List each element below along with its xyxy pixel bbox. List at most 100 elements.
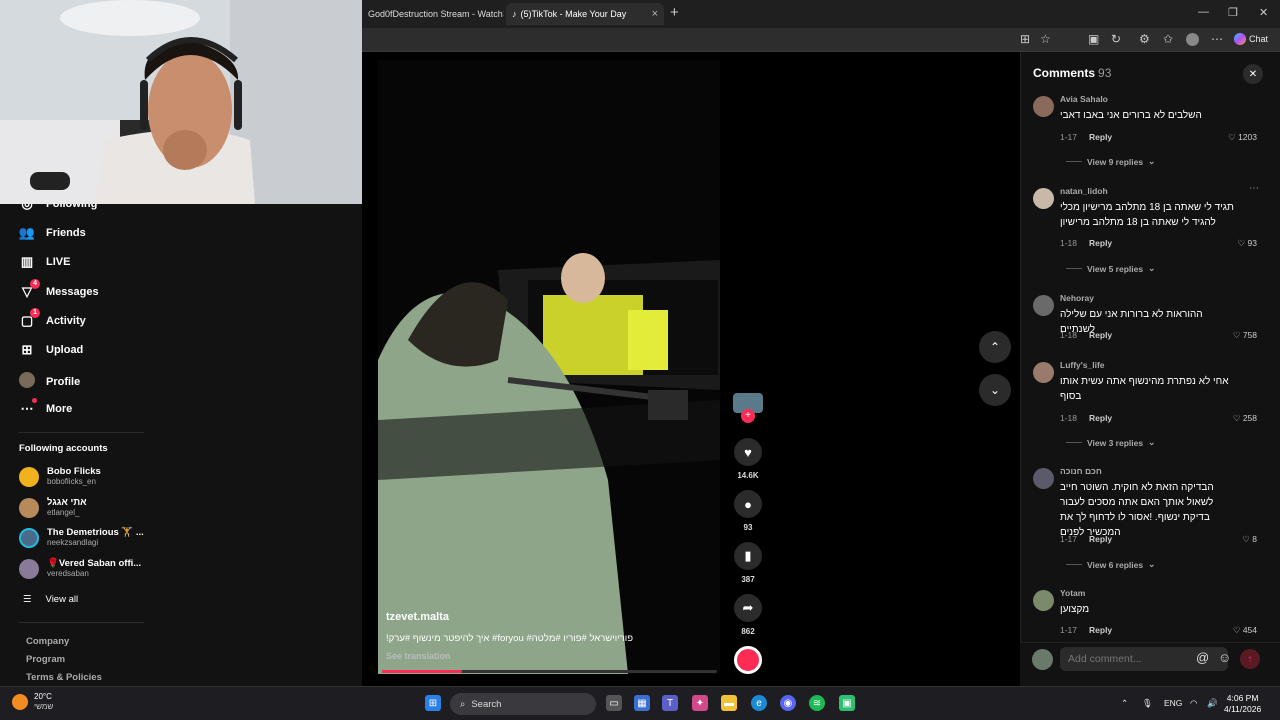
following-account[interactable]: 🌹Vered Saban offi... veredsaban <box>19 558 141 579</box>
comment-user[interactable]: Luffy's_life <box>1060 360 1105 370</box>
save-button[interactable]: ▮ 387 <box>732 542 764 584</box>
close-comments-button[interactable]: ✕ <box>1243 64 1263 84</box>
extension-icon[interactable]: ▣ <box>1088 32 1099 46</box>
more-options-icon[interactable]: ⋯ <box>1249 183 1259 194</box>
puzzle-icon[interactable]: ⚙ <box>1139 32 1150 46</box>
comment-date: 1-17 <box>1060 625 1078 635</box>
video-player[interactable] <box>378 60 720 674</box>
nav-live[interactable]: ▥ LIVE <box>18 254 71 270</box>
view-replies-button[interactable]: View 3 replies ⌄ <box>1066 437 1155 448</box>
minimize-button[interactable]: — <box>1198 6 1209 18</box>
spotify-icon[interactable]: ≋ <box>809 695 825 711</box>
comment-like-button[interactable]: ♡ 758 <box>1233 330 1257 341</box>
favorite-star-icon[interactable]: ☆ <box>1040 32 1051 46</box>
view-replies-button[interactable]: View 9 replies ⌄ <box>1066 156 1155 167</box>
more-menu-icon[interactable]: ⋯ <box>1211 32 1223 46</box>
like-button[interactable]: ♥ 14.6K <box>732 438 764 480</box>
task-view-icon[interactable]: ▭ <box>606 695 622 711</box>
nav-more[interactable]: ⋯ More <box>18 398 72 417</box>
comment-user[interactable]: Yotam <box>1060 588 1085 598</box>
post-comment-button[interactable]: ↑ <box>1240 649 1260 669</box>
close-window-button[interactable]: ✕ <box>1259 6 1268 19</box>
comment-button[interactable]: ● 93 <box>732 490 764 532</box>
avatar[interactable] <box>1033 96 1054 117</box>
nav-activity[interactable]: ▢ 1 Activity <box>18 308 86 329</box>
avatar[interactable] <box>1033 362 1054 383</box>
view-replies-button[interactable]: View 5 replies ⌄ <box>1066 263 1155 274</box>
close-tab-icon[interactable]: × <box>503 8 504 20</box>
nav-friends[interactable]: 👥 Friends <box>18 225 86 241</box>
windows-start-icon[interactable]: ⊞ <box>425 695 441 711</box>
footer-company-link[interactable]: Company <box>26 636 69 647</box>
comment-like-button[interactable]: ♡ 454 <box>1233 625 1257 636</box>
avatar[interactable] <box>1033 295 1054 316</box>
comment-like-button[interactable]: ♡ 8 <box>1242 534 1257 545</box>
comment-like-button[interactable]: ♡ 258 <box>1233 413 1257 424</box>
reply-button[interactable]: Reply <box>1089 330 1112 340</box>
share-button[interactable]: ➦ 862 <box>732 594 764 636</box>
view-all-button[interactable]: ☰ View all <box>23 594 78 605</box>
footer-terms-link[interactable]: Terms & Policies <box>26 672 102 683</box>
teams-icon[interactable]: T <box>662 695 678 711</box>
nav-upload[interactable]: ⊞ Upload <box>18 342 84 358</box>
copilot-chat-button[interactable]: Chat <box>1234 33 1268 45</box>
app-icon[interactable]: ▣ <box>839 695 855 711</box>
mention-icon[interactable]: @ <box>1196 650 1209 665</box>
copilot-app-icon[interactable]: ✦ <box>692 695 708 711</box>
discord-icon[interactable]: ◉ <box>780 695 796 711</box>
reply-button[interactable]: Reply <box>1089 625 1112 635</box>
see-translation-link[interactable]: See translation <box>386 651 451 661</box>
comment-user[interactable]: Avia Sahalo <box>1060 94 1108 104</box>
video-author[interactable]: tzevet.malta <box>386 611 449 623</box>
taskbar-search[interactable]: ⌕ Search <box>450 693 596 715</box>
nav-label: Profile <box>46 375 81 388</box>
emoji-icon[interactable]: ☺ <box>1218 650 1231 665</box>
refresh-extension-icon[interactable]: ↻ <box>1111 32 1121 46</box>
volume-icon[interactable]: 🔊 <box>1207 698 1218 709</box>
comment-user[interactable]: חכם חנוכה <box>1060 466 1102 476</box>
microphone-icon[interactable]: 🎙 <box>1142 698 1153 709</box>
profile-avatar-icon[interactable] <box>1186 33 1199 46</box>
avatar[interactable] <box>1033 188 1054 209</box>
follow-plus-icon[interactable]: + <box>741 409 755 423</box>
tab-stream[interactable]: God0fDestruction Stream - Watch × <box>362 3 504 25</box>
nav-messages[interactable]: ▽ 4 Messages <box>18 279 99 300</box>
new-tab-button[interactable]: + <box>670 4 679 21</box>
avatar[interactable] <box>1033 468 1054 489</box>
reply-button[interactable]: Reply <box>1089 238 1112 248</box>
comment-user[interactable]: Nehoray <box>1060 293 1094 303</box>
reply-button[interactable]: Reply <box>1089 413 1112 423</box>
view-replies-button[interactable]: View 6 replies ⌄ <box>1066 559 1155 570</box>
previous-video-button[interactable]: ⌃ <box>979 331 1011 363</box>
taskbar-clock[interactable]: 4:06 PM 4/11/2026 <box>1224 693 1261 715</box>
following-account[interactable]: The Demetrious 🏋️ ... neekzsandlagi <box>19 527 144 548</box>
weather-widget[interactable]: 20°C שמשי <box>12 692 53 712</box>
comment-like-button[interactable]: ♡ 1203 <box>1228 132 1257 143</box>
store-icon[interactable]: ▦ <box>634 695 650 711</box>
next-video-button[interactable]: ⌄ <box>979 374 1011 406</box>
wifi-icon[interactable]: ◠ <box>1190 698 1197 709</box>
view-replies-label: View 5 replies <box>1087 263 1144 274</box>
avatar[interactable] <box>1033 590 1054 611</box>
messages-badge: 4 <box>30 279 40 289</box>
tray-chevron-icon[interactable]: ⌃ <box>1121 698 1128 709</box>
following-account[interactable]: Bobo Flicks boboflicks_en <box>19 466 101 487</box>
maximize-button[interactable]: ❐ <box>1228 6 1238 19</box>
favorites-icon[interactable]: ✩ <box>1163 32 1173 46</box>
music-disc-button[interactable] <box>732 646 764 674</box>
language-indicator[interactable]: ENG <box>1164 698 1182 708</box>
comment-user[interactable]: natan_lidoh <box>1060 186 1108 196</box>
creator-avatar-button[interactable]: + <box>732 393 764 423</box>
nav-profile[interactable]: Profile <box>18 372 80 391</box>
reply-button[interactable]: Reply <box>1089 534 1112 544</box>
edge-browser-icon[interactable]: e <box>751 695 767 711</box>
footer-program-link[interactable]: Program <box>26 654 65 665</box>
reply-button[interactable]: Reply <box>1089 132 1112 142</box>
apps-icon[interactable]: ⊞ <box>1020 32 1030 46</box>
following-account[interactable]: אתי אגגל etlangel_ <box>19 497 87 518</box>
file-explorer-icon[interactable]: ▬ <box>721 695 737 711</box>
tab-tiktok[interactable]: ♪ (5)TikTok - Make Your Day × <box>506 3 664 25</box>
comment-like-button[interactable]: ♡ 93 <box>1238 238 1257 249</box>
close-tab-icon[interactable]: × <box>652 8 658 20</box>
video-progress-bar[interactable] <box>382 670 717 673</box>
